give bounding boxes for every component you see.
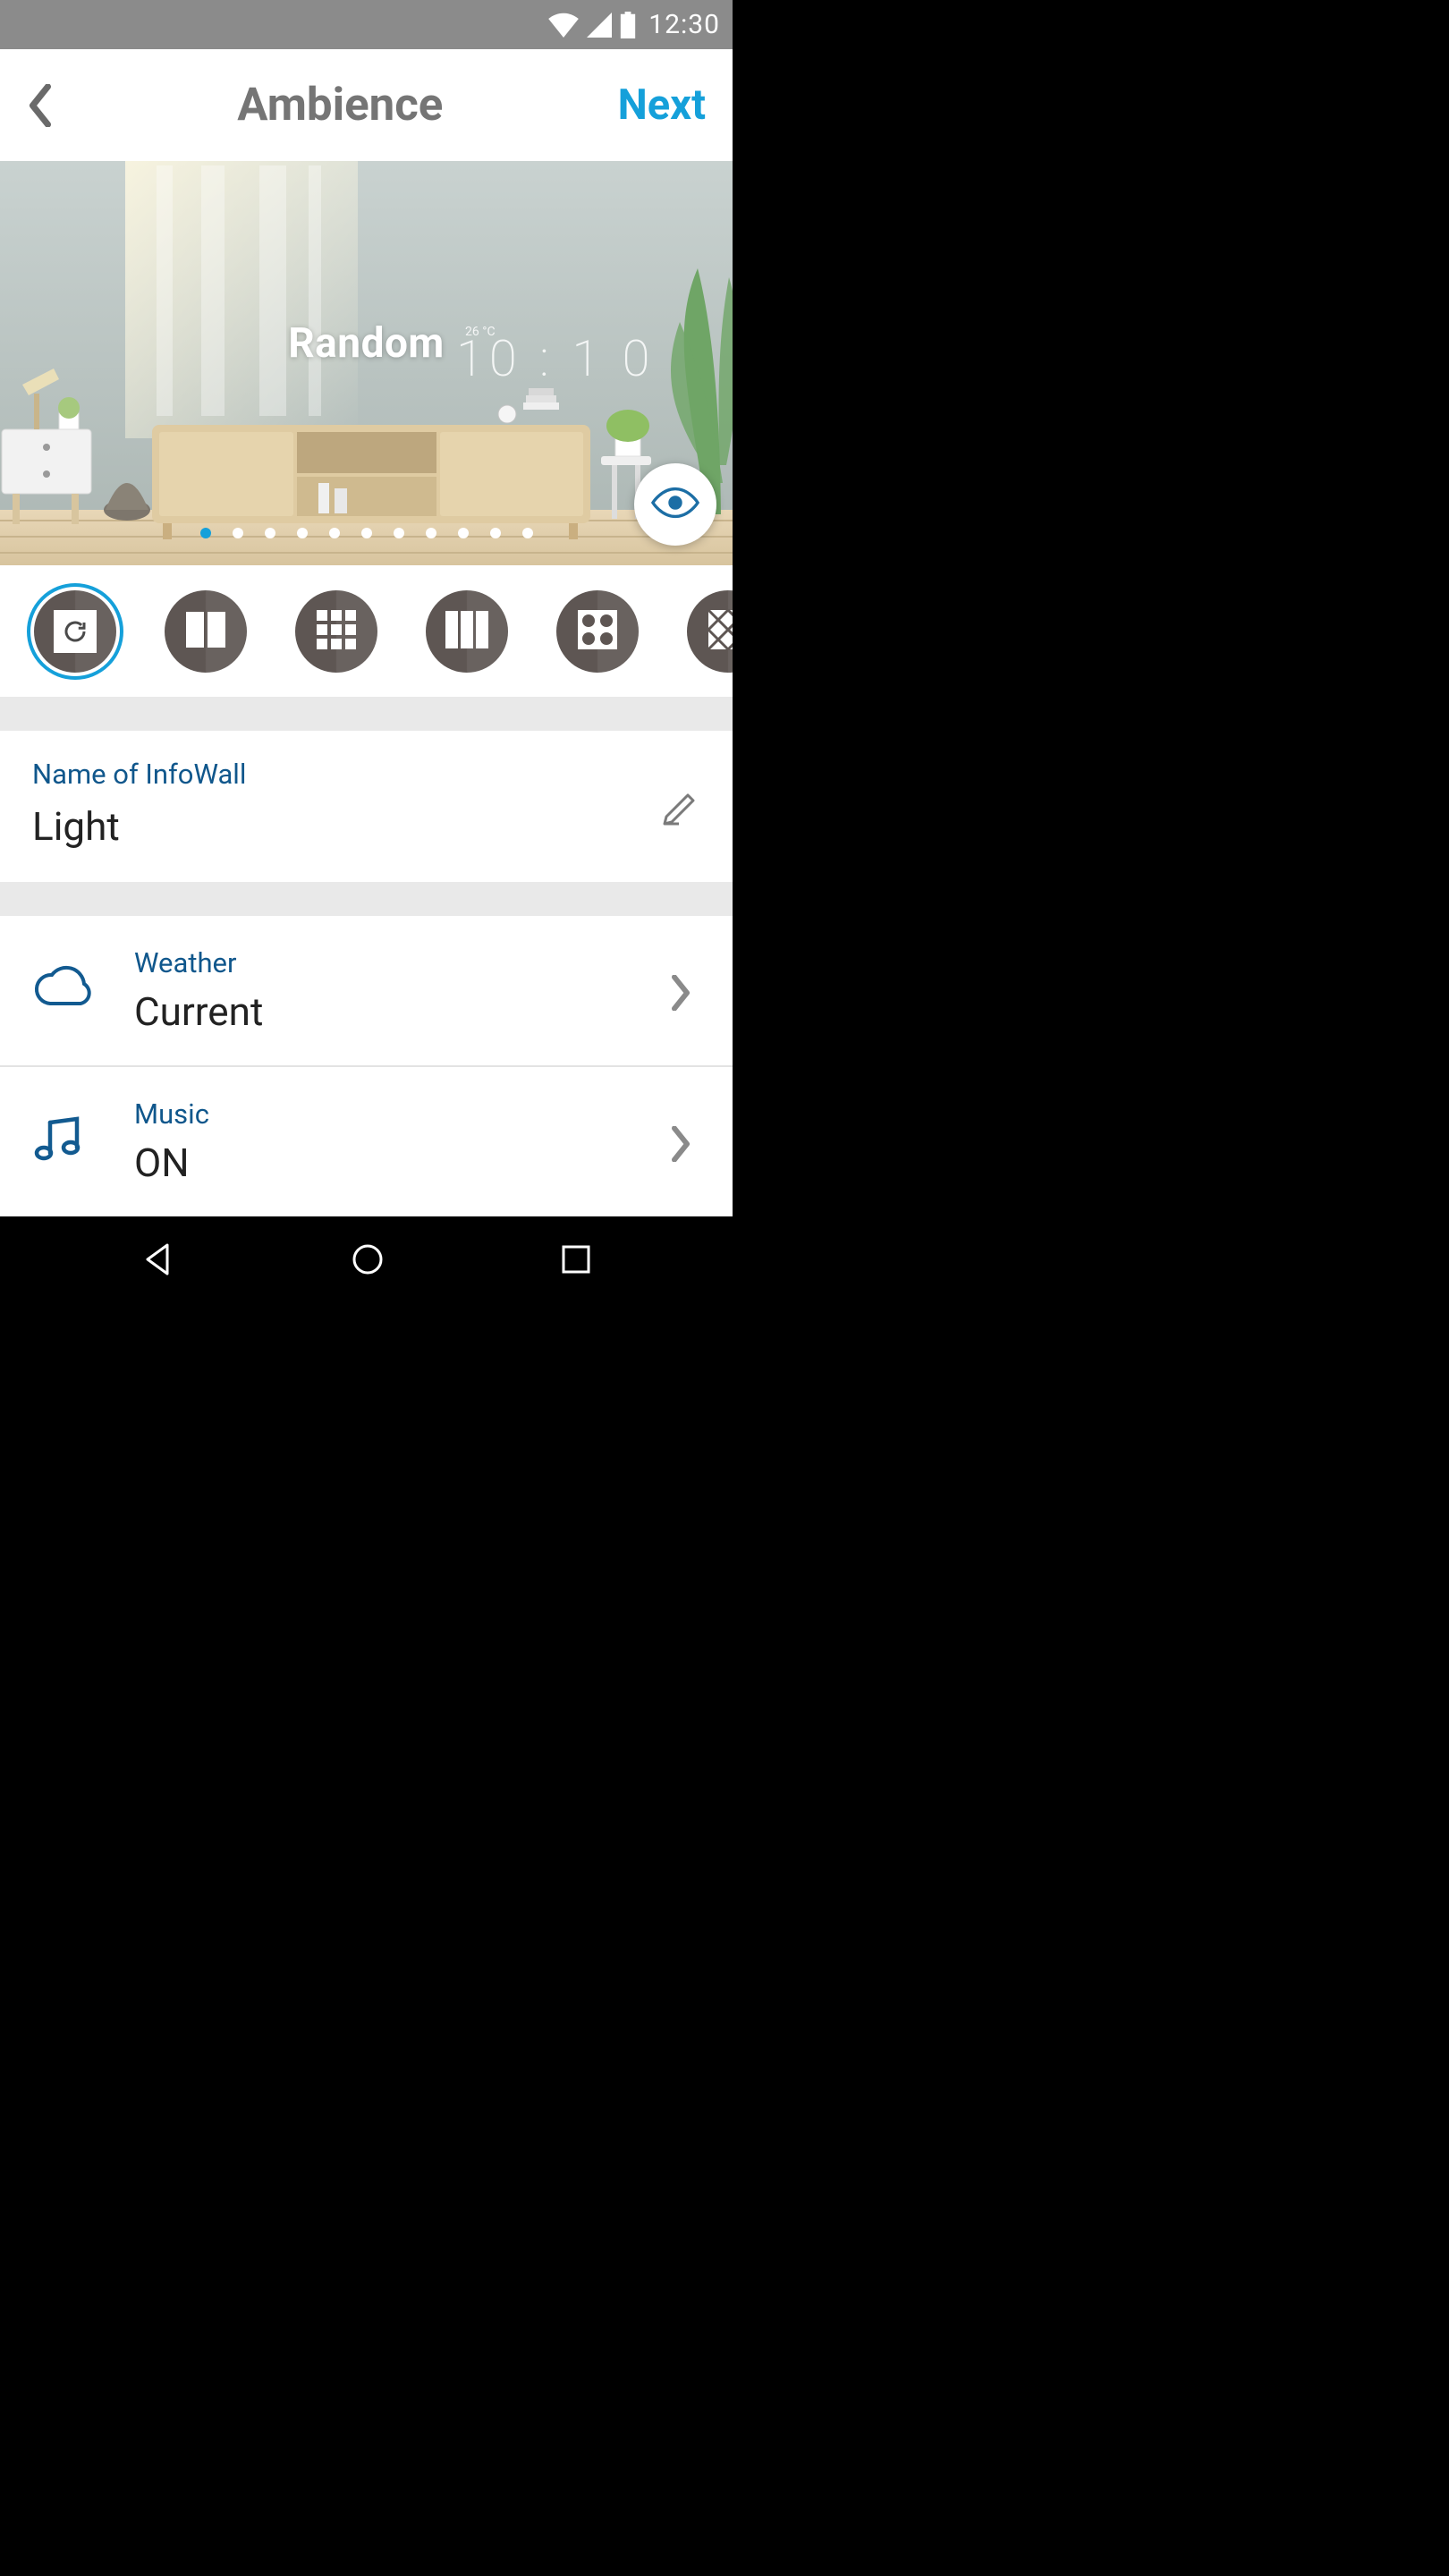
carousel-dot[interactable] <box>522 528 533 538</box>
carousel-dot[interactable] <box>233 528 243 538</box>
chevron-right-icon <box>668 1126 700 1158</box>
setting-weather[interactable]: Weather Current <box>0 916 733 1065</box>
section-divider <box>0 697 733 731</box>
refresh-icon <box>54 610 97 653</box>
carousel-dot[interactable] <box>426 528 436 538</box>
carousel-dot[interactable] <box>458 528 469 538</box>
setting-value: Current <box>134 988 668 1035</box>
carousel-dot[interactable] <box>361 528 372 538</box>
eye-icon <box>651 487 699 522</box>
setting-label: Music <box>134 1097 668 1131</box>
cell-signal-icon <box>586 13 613 38</box>
columns-3-icon <box>445 609 489 654</box>
infowall-name-label: Name of InfoWall <box>32 758 246 791</box>
cloud-icon <box>32 961 93 1021</box>
nav-back-button[interactable] <box>140 1241 176 1277</box>
carousel-dot[interactable] <box>200 528 211 538</box>
status-time: 12:30 <box>648 9 720 40</box>
nav-recents-button[interactable] <box>560 1243 592 1275</box>
carousel-dot[interactable] <box>297 528 308 538</box>
page-title: Ambience <box>63 79 618 131</box>
template-split-3[interactable] <box>426 590 508 673</box>
template-picker[interactable] <box>0 565 733 697</box>
pattern-circles-icon <box>576 608 619 655</box>
setting-value: ON <box>134 1140 668 1186</box>
hero-carousel[interactable]: 26 °C 10 : 1 0 <box>0 161 733 565</box>
svg-text:10 : 1 0: 10 : 1 0 <box>456 329 655 388</box>
columns-2-icon <box>184 608 227 655</box>
carousel-dot[interactable] <box>329 528 340 538</box>
template-grid-9[interactable] <box>295 590 377 673</box>
template-pattern[interactable] <box>556 590 639 673</box>
wifi-icon <box>548 13 579 38</box>
infowall-name-value: Light <box>32 803 246 850</box>
app-header: Ambience Next <box>0 49 733 161</box>
carousel-dot[interactable] <box>490 528 501 538</box>
carousel-dot[interactable] <box>394 528 404 538</box>
next-button[interactable]: Next <box>618 80 706 130</box>
setting-label: Weather <box>134 946 668 979</box>
carousel-dot[interactable] <box>265 528 275 538</box>
grid-3x3-icon <box>316 609 357 654</box>
nav-home-button[interactable] <box>350 1241 386 1277</box>
template-diamond[interactable] <box>687 590 733 673</box>
template-split-2[interactable] <box>165 590 247 673</box>
pattern-diamond-icon <box>707 608 733 655</box>
template-random[interactable] <box>34 590 116 673</box>
section-divider <box>0 882 733 916</box>
infowall-name-row[interactable]: Name of InfoWall Light <box>0 731 733 882</box>
chevron-right-icon <box>668 975 700 1007</box>
edit-icon <box>657 783 700 826</box>
setting-music[interactable]: Music ON <box>0 1065 733 1216</box>
carousel-dots <box>0 528 733 538</box>
android-status-bar: 12:30 <box>0 0 733 49</box>
battery-icon <box>620 12 636 38</box>
android-nav-bar <box>0 1216 733 1302</box>
back-button[interactable] <box>18 83 63 128</box>
music-icon <box>32 1112 93 1173</box>
hero-label: Random <box>288 319 445 368</box>
